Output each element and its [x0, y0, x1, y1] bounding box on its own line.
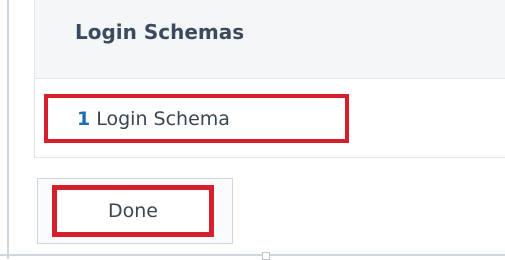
panel-title: Login Schemas [75, 20, 245, 44]
bottom-divider [0, 254, 505, 256]
done-button-container: Done [37, 178, 233, 244]
schema-label[interactable]: Login Schema [96, 108, 230, 130]
done-button[interactable]: Done [52, 185, 214, 237]
schema-count[interactable]: 1 [77, 108, 90, 130]
panel-header: Login Schemas [35, 0, 505, 79]
page-left-border [7, 0, 9, 259]
login-schema-link[interactable]: 1 Login Schema [44, 94, 349, 143]
login-schemas-panel: Login Schemas 1 Login Schema [34, 0, 505, 158]
